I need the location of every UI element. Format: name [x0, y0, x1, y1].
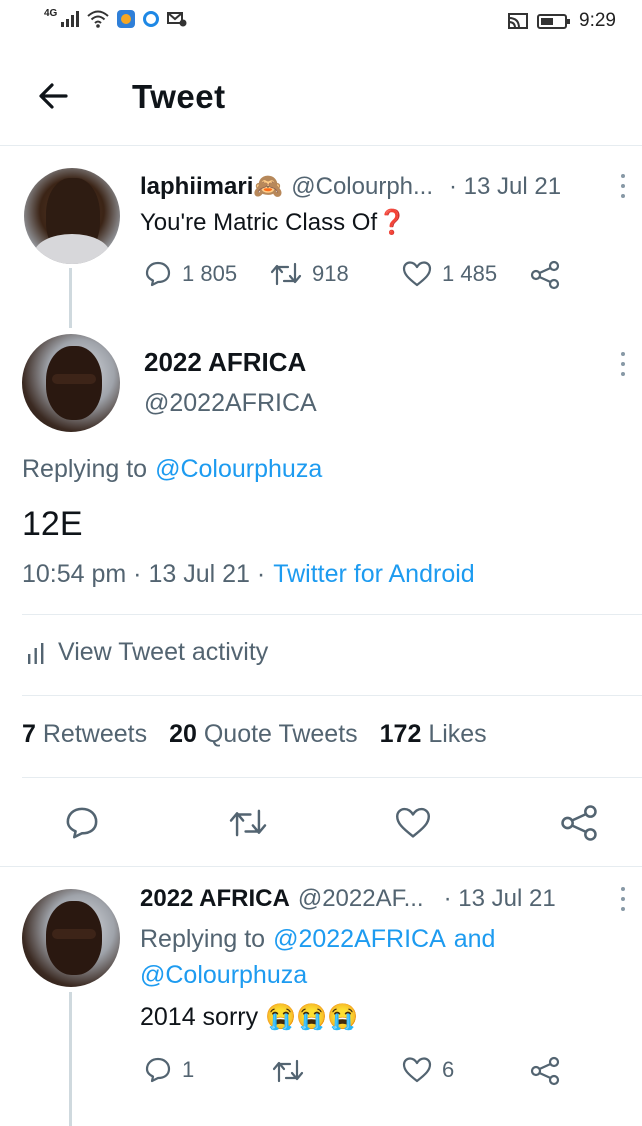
reply-icon: [145, 261, 171, 287]
retweets-stat[interactable]: 7 Retweets: [22, 720, 147, 749]
battery-icon: [537, 13, 571, 29]
replying-and-label: and: [453, 925, 496, 953]
network-type: 4G: [44, 7, 58, 19]
status-bar: 4G 9:29: [0, 0, 642, 44]
retweets-count: 7: [22, 720, 36, 748]
reply-count: 1 805: [182, 261, 238, 286]
quote-tweets-stat[interactable]: 20 Quote Tweets: [169, 720, 358, 749]
author-handle[interactable]: @Colourph...: [291, 173, 433, 201]
divider: [22, 614, 642, 615]
app-header: Tweet: [0, 48, 642, 146]
quote-tweets-label: Quote Tweets: [203, 720, 358, 748]
replying-to-link[interactable]: @Colourphuza: [155, 455, 322, 484]
likes-label: Likes: [428, 720, 487, 748]
cast-icon: [508, 13, 529, 29]
like-count: 1 485: [442, 261, 498, 286]
author-handle[interactable]: @2022AF...: [298, 885, 424, 913]
heart-icon[interactable]: [394, 806, 432, 840]
thread-line: [69, 268, 72, 328]
page-title: Tweet: [132, 78, 226, 115]
tweet-timestamp: 10:54 pm · 13 Jul 21 ·: [22, 560, 266, 588]
arrow-left-icon[interactable]: [34, 76, 74, 116]
message-settings-icon: [167, 12, 187, 27]
more-options-icon[interactable]: [620, 352, 626, 376]
bar-chart-icon: [28, 642, 44, 664]
replying-to-link[interactable]: @2022AFRICA: [273, 925, 446, 954]
retweet-icon: [270, 262, 302, 286]
like-count: 6: [442, 1057, 455, 1082]
tweet-text: You're Matric Class Of❓: [140, 209, 407, 236]
heart-icon: [402, 261, 432, 287]
divider: [22, 777, 642, 778]
author-name[interactable]: 2022 AFRICA: [140, 885, 290, 913]
retweet-count: 918: [312, 261, 349, 286]
quote-tweets-count: 20: [169, 720, 197, 748]
share-icon[interactable]: [560, 804, 598, 842]
reply-action[interactable]: 1 805: [144, 260, 237, 288]
tweet-stats: 7 Retweets 20 Quote Tweets 172 Likes: [22, 720, 487, 749]
author-name[interactable]: laphiimari🙈: [140, 172, 283, 201]
view-tweet-activity-label: View Tweet activity: [58, 638, 269, 666]
more-options-icon[interactable]: [620, 887, 626, 911]
tweet-text: 2014 sorry 😭😭😭: [140, 1003, 359, 1031]
tweet-date: · 13 Jul 21: [443, 885, 556, 912]
share-icon[interactable]: [530, 260, 560, 290]
retweet-icon[interactable]: [272, 1057, 304, 1085]
reply-icon: [145, 1057, 171, 1083]
replying-to-link[interactable]: @Colourphuza: [140, 961, 307, 990]
retweet-icon[interactable]: [228, 806, 268, 840]
reply-icon[interactable]: [64, 805, 100, 841]
circle-notification-icon: [143, 11, 160, 27]
view-tweet-activity-button[interactable]: View Tweet activity: [26, 638, 268, 667]
reply-count: 1: [182, 1057, 195, 1082]
reply-action[interactable]: 1: [144, 1056, 194, 1084]
tweet-text: 12E: [22, 505, 83, 543]
tweet-source-link[interactable]: Twitter for Android: [273, 560, 474, 589]
replying-label: Replying to: [140, 925, 266, 953]
app-notification-icon: [117, 10, 136, 28]
retweet-action[interactable]: 918: [270, 260, 349, 288]
avatar[interactable]: [22, 334, 120, 432]
more-options-icon[interactable]: [620, 174, 626, 198]
avatar[interactable]: [24, 168, 120, 264]
signal-icon: [61, 11, 80, 27]
clock: 9:29: [579, 10, 616, 31]
thread-line: [69, 992, 72, 1126]
author-handle[interactable]: @2022AFRICA: [144, 389, 317, 418]
retweets-label: Retweets: [42, 720, 148, 748]
replying-label: Replying to: [22, 455, 148, 483]
author-name[interactable]: 2022 AFRICA: [144, 347, 306, 378]
like-action[interactable]: 6: [402, 1056, 454, 1084]
divider: [22, 695, 642, 696]
heart-icon: [402, 1057, 432, 1083]
share-icon[interactable]: [530, 1056, 560, 1086]
divider: [0, 866, 642, 867]
likes-count: 172: [379, 720, 422, 748]
avatar[interactable]: [22, 889, 120, 987]
like-action[interactable]: 1 485: [402, 260, 497, 288]
tweet-date: · 13 Jul 21: [449, 172, 562, 200]
wifi-icon: [87, 10, 110, 28]
likes-stat[interactable]: 172 Likes: [380, 720, 487, 749]
